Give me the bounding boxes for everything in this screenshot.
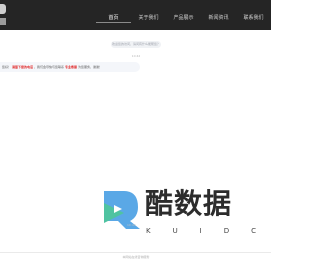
message-middle: ，我们会尽快与您联系	[33, 65, 64, 69]
system-tip: 欢迎您的访问，请问有什么能帮您？	[111, 41, 161, 48]
nav-item-products[interactable]: 产品展示	[166, 13, 201, 23]
message-suffix: 为您服务，谢谢！	[77, 65, 102, 69]
nav-item-home[interactable]: 首页	[96, 13, 131, 23]
chat-timestamp: 10:42	[131, 54, 141, 58]
footer-text: 本网站在线咨询服务	[122, 255, 150, 259]
watermark-letter: K	[146, 227, 151, 235]
watermark-subtitle: K U I D C	[146, 225, 256, 237]
nav-item-about[interactable]: 关于我们	[131, 13, 166, 23]
chat-timestamp-bottom: 10:43	[127, 223, 136, 227]
message-highlight-service: 专业客服	[64, 65, 77, 69]
footer-divider	[0, 252, 271, 253]
agent-message: 您好！ 请留下您的电话 ，我们会尽快与您联系 专业客服 为您服务，谢谢！	[0, 62, 140, 72]
watermark-letter: D	[223, 227, 230, 235]
top-header: 首页 关于我们 产品展示 新闻资讯 联系我们	[0, 0, 271, 30]
logo-icon[interactable]	[0, 4, 6, 14]
main-nav: 首页 关于我们 产品展示 新闻资讯 联系我们	[96, 13, 271, 23]
watermark-letter: C	[251, 227, 256, 235]
logo-letter	[0, 18, 6, 25]
message-prefix: 您好！	[2, 65, 12, 69]
message-highlight-phone: 请留下您的电话	[11, 65, 33, 69]
watermark-letter: U	[172, 227, 178, 235]
nav-item-contact[interactable]: 联系我们	[236, 13, 271, 23]
nav-item-news[interactable]: 新闻资讯	[201, 13, 236, 23]
watermark-letter: I	[199, 227, 202, 235]
watermark-title: 酷数据	[145, 187, 233, 220]
